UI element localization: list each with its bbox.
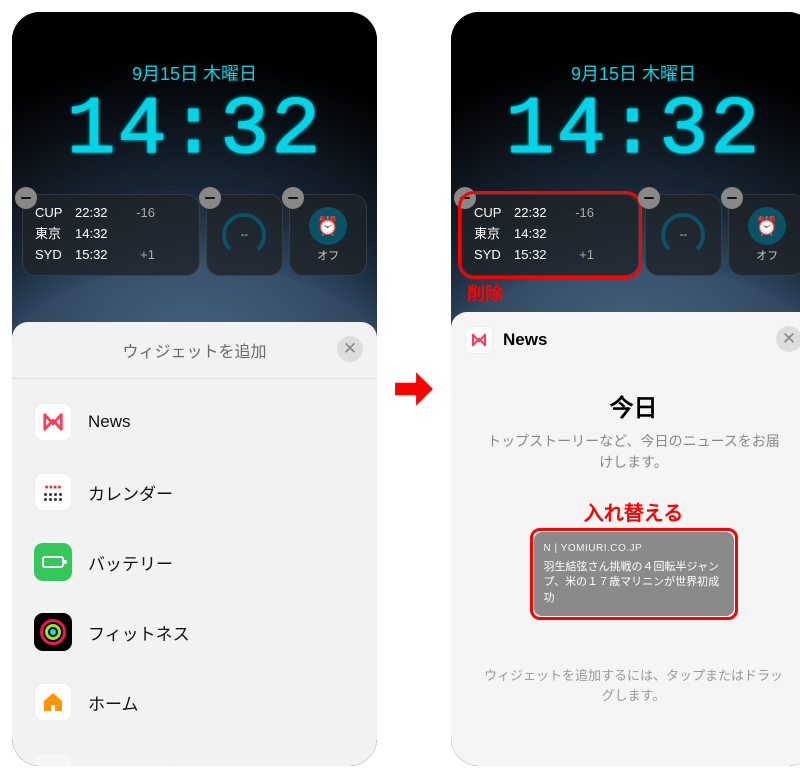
app-row-battery[interactable]: バッテリー [12,527,377,597]
app-row-reminders[interactable]: リマインダー [12,737,377,766]
world-clock-rows: CUP22:32-16 東京14:32 SYD15:32+1 [35,203,187,265]
app-label: リマインダー [88,760,190,767]
app-row-news[interactable]: News [12,387,377,457]
remove-widget-button[interactable] [15,187,37,209]
widget-row: CUP22:32-16 東京14:32 SYD15:32+1 -- ⏰ オフ [22,194,367,276]
alarm-icon: ⏰ [309,207,347,245]
news-widget-sheet: News ✕ 今日 トップストーリーなど、今日のニュースをお届けします。 入れ替… [451,312,800,766]
app-row-calendar[interactable]: ●●●● カレンダー [12,457,377,527]
app-label: News [88,412,131,432]
news-widget-preview[interactable]: N | YOMIURI.CO.JP 羽生結弦さん挑戦の４回転半ジャンプ、米の１７… [534,532,734,616]
time-label: 14:32 [12,90,377,172]
today-title: 今日 [465,388,800,423]
app-list: News ●●●● カレンダー バッテリー フィットネス [12,379,377,766]
gauge-widget[interactable]: -- [645,194,723,276]
world-clock-widget[interactable]: CUP22:32-16 東京14:32 SYD15:32+1 [22,194,200,276]
news-source: N | YOMIURI.CO.JP [544,542,724,556]
news-headline: 羽生結弦さん挑戦の４回転半ジャンプ、米の１７歳マリニンが世界初成功 [544,560,724,606]
widget-picker-sheet: ウィジェットを追加 ✕ News ●●●● カレンダー [12,322,377,766]
delete-annotation: 削除 [467,280,503,306]
remove-widget-button[interactable] [282,187,304,209]
alarm-label: オフ [317,247,339,263]
date-label: 9月15日 木曜日 [451,60,800,86]
app-label: フィットネス [88,620,190,645]
sheet-title: News [503,330,547,350]
phone-right: 9月15日 木曜日 14:32 CUP22:32-16 東京14:32 SYD1… [451,12,800,766]
close-button[interactable]: ✕ [337,336,363,362]
gauge-icon: -- [222,213,266,257]
alarm-label: オフ [756,247,778,263]
replace-annotation: 入れ替える [465,497,800,526]
sheet-header: ウィジェットを追加 ✕ [12,322,377,379]
app-label: ホーム [88,690,139,715]
app-label: カレンダー [88,480,173,505]
gauge-widget[interactable]: -- [206,194,284,276]
time-label: 14:32 [451,90,800,172]
remove-widget-button[interactable] [454,187,476,209]
calendar-icon: ●●●● [34,473,72,511]
app-row-home[interactable]: ホーム [12,667,377,737]
alarm-widget[interactable]: ⏰ オフ [728,194,800,276]
alarm-widget[interactable]: ⏰ オフ [289,194,367,276]
arrow-icon [389,368,439,410]
home-icon [34,683,72,721]
news-icon [465,326,493,354]
fitness-icon [34,613,72,651]
app-row-fitness[interactable]: フィットネス [12,597,377,667]
alarm-icon: ⏰ [748,207,786,245]
add-hint-text: ウィジェットを追加するには、タップまたはドラッグします。 [465,666,800,705]
world-clock-widget[interactable]: CUP22:32-16 東京14:32 SYD15:32+1 [461,194,639,276]
date-label: 9月15日 木曜日 [12,60,377,86]
remove-widget-button[interactable] [721,187,743,209]
lock-screen-top: 9月15日 木曜日 14:32 [12,60,377,172]
app-label: バッテリー [88,550,173,575]
today-section: 今日 トップストーリーなど、今日のニュースをお届けします。 [465,388,800,473]
today-description: トップストーリーなど、今日のニュースをお届けします。 [465,431,800,473]
lock-screen-top: 9月15日 木曜日 14:32 [451,60,800,172]
world-clock-rows: CUP22:32-16 東京14:32 SYD15:32+1 [474,203,626,265]
widget-row: CUP22:32-16 東京14:32 SYD15:32+1 -- ⏰ オフ [461,194,800,276]
sheet-header: News ✕ [465,326,800,354]
reminders-icon [34,753,72,766]
remove-widget-button[interactable] [638,187,660,209]
gauge-icon: -- [661,213,705,257]
news-icon [34,403,72,441]
remove-widget-button[interactable] [199,187,221,209]
battery-icon [34,543,72,581]
phone-left: 9月15日 木曜日 14:32 CUP22:32-16 東京14:32 SYD1… [12,12,377,766]
close-button[interactable]: ✕ [776,326,800,352]
sheet-title: ウィジェットを追加 [122,338,266,362]
